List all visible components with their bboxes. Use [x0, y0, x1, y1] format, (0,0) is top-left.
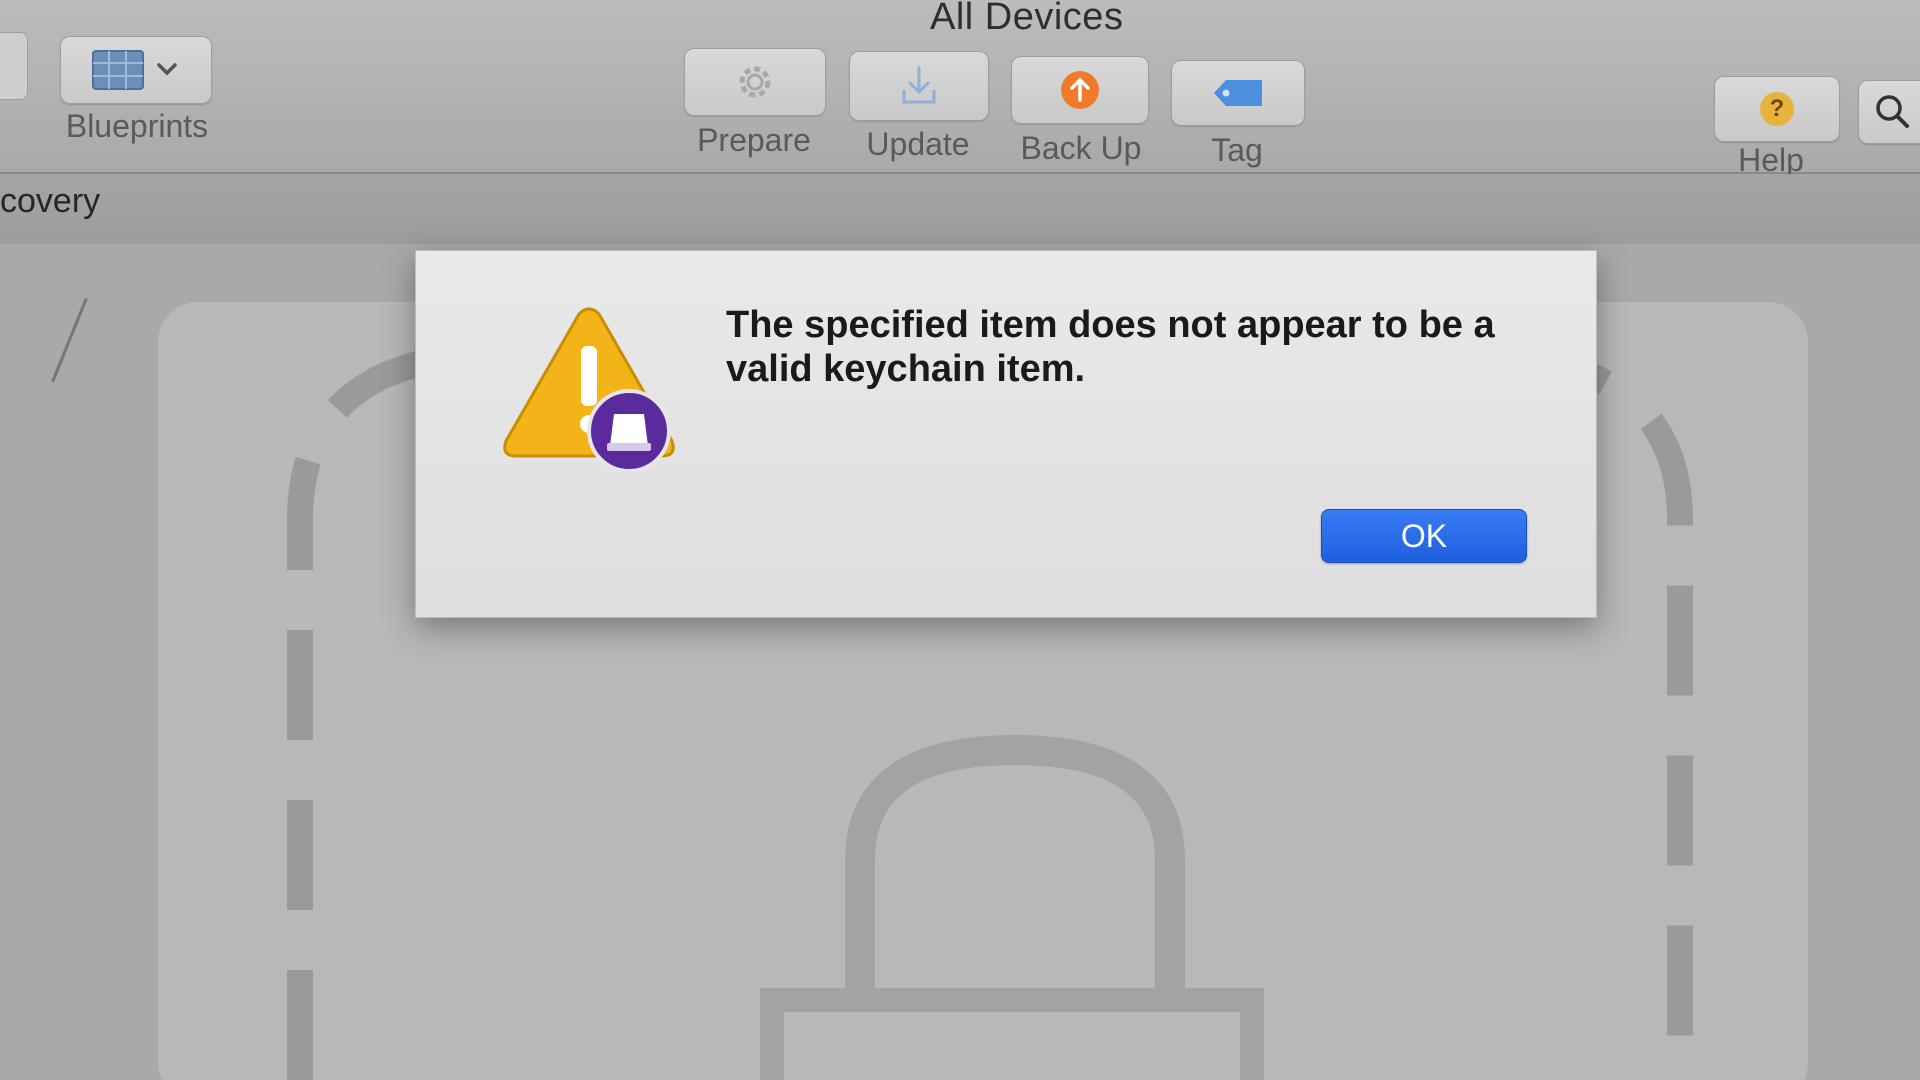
lock-shackle-icon [845, 734, 1185, 1000]
warning-icon [503, 307, 675, 473]
ok-button[interactable]: OK [1321, 509, 1527, 563]
lock-body-icon [760, 988, 1264, 1080]
app-badge-icon [587, 389, 671, 473]
alert-dialog: The specified item does not appear to be… [415, 250, 1597, 618]
alert-message: The specified item does not appear to be… [726, 304, 1495, 390]
